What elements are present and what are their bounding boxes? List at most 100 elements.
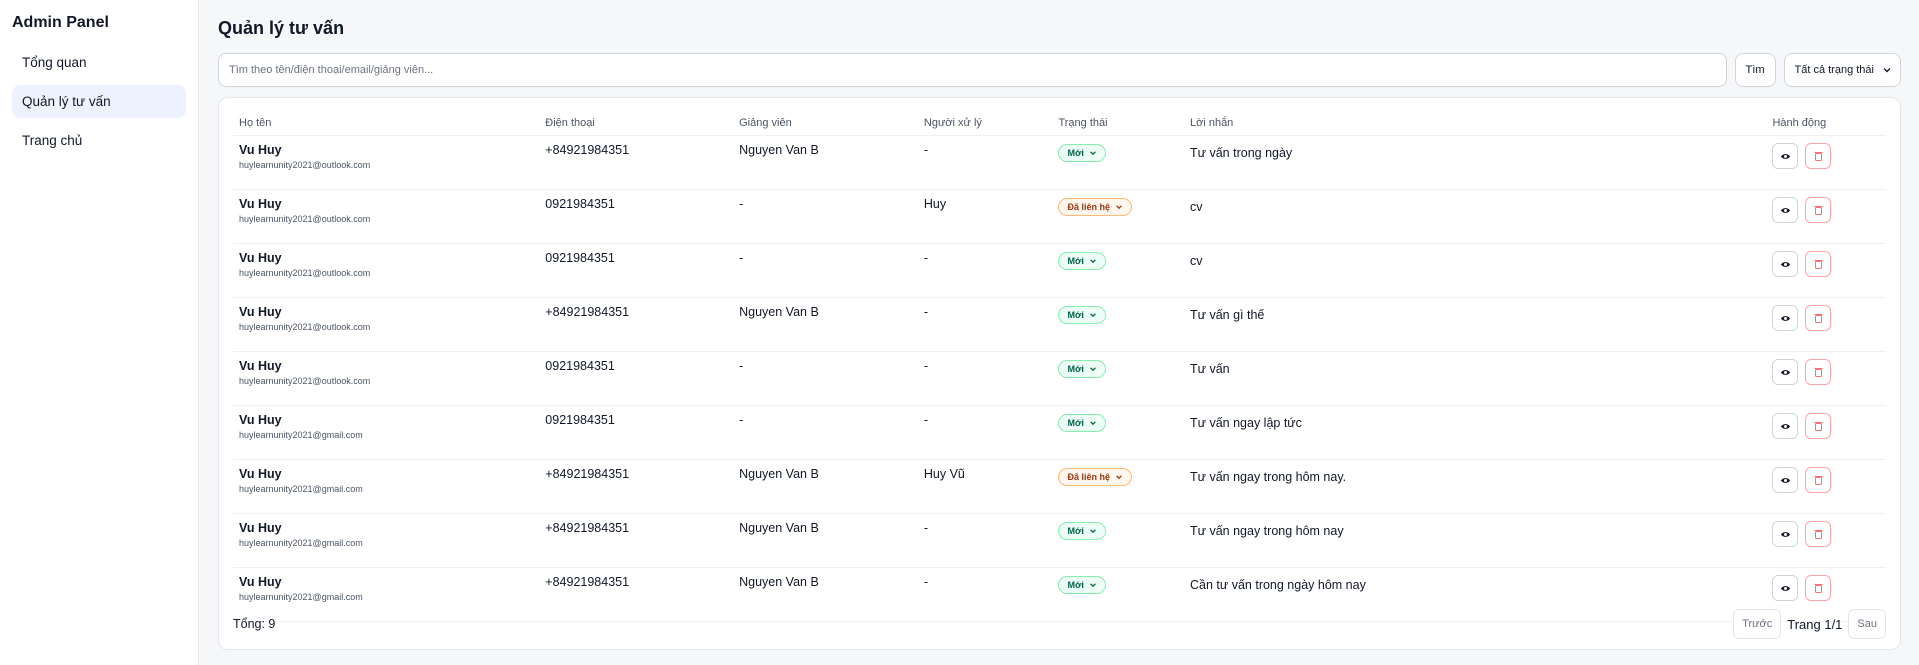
status-badge[interactable]: Mới — [1058, 252, 1106, 270]
cell-lecturer: - — [733, 189, 918, 244]
row-name: Vu Huy — [239, 197, 282, 211]
table-row: Vu Huy huylearnunity2021@outlook.com 092… — [233, 243, 1886, 298]
eye-icon — [1780, 477, 1791, 483]
view-button[interactable] — [1772, 575, 1799, 601]
cell-status: Mới — [1052, 135, 1184, 190]
cell-name: Vu Huy huylearnunity2021@outlook.com — [233, 189, 540, 244]
view-button[interactable] — [1772, 305, 1799, 331]
cell-status: Mới — [1052, 243, 1184, 298]
row-name: Vu Huy — [239, 359, 282, 373]
trash-icon — [1814, 476, 1823, 485]
cell-handler: Huy Vũ — [917, 459, 1053, 514]
view-button[interactable] — [1772, 143, 1799, 169]
cell-handler: - — [917, 351, 1053, 406]
delete-button[interactable] — [1805, 575, 1832, 601]
chevron-down-icon — [1090, 313, 1096, 318]
row-actions — [1772, 143, 1880, 169]
cell-lecturer: - — [733, 351, 918, 406]
view-button[interactable] — [1772, 413, 1799, 439]
eye-icon — [1780, 423, 1791, 429]
row-email: huylearnunity2021@gmail.com — [239, 592, 363, 602]
prev-page-button[interactable]: Trước — [1733, 609, 1782, 639]
sidebar-item-overview[interactable]: Tổng quan — [12, 46, 186, 79]
row-email: huylearnunity2021@outlook.com — [239, 160, 371, 170]
delete-button[interactable] — [1805, 413, 1832, 439]
status-badge[interactable]: Mới — [1058, 306, 1106, 324]
cell-phone: 0921984351 — [539, 243, 734, 298]
view-button[interactable] — [1772, 467, 1799, 493]
delete-button[interactable] — [1805, 359, 1832, 385]
row-actions — [1772, 521, 1880, 547]
table-row: Vu Huy huylearnunity2021@outlook.com +84… — [233, 135, 1886, 190]
status-badge[interactable]: Đã liên hệ — [1058, 468, 1132, 486]
delete-button[interactable] — [1805, 197, 1832, 223]
status-badge[interactable]: Mới — [1058, 576, 1106, 594]
cell-status: Mới — [1052, 513, 1184, 568]
cell-message: Tư vấn ngay trong hôm nay. — [1184, 459, 1767, 514]
trash-icon — [1814, 422, 1823, 431]
status-badge[interactable]: Mới — [1058, 414, 1106, 432]
delete-button[interactable] — [1805, 521, 1832, 547]
table-row: Vu Huy huylearnunity2021@gmail.com 09219… — [233, 405, 1886, 460]
search-input[interactable] — [218, 53, 1727, 87]
status-badge[interactable]: Mới — [1058, 522, 1106, 540]
table-row: Vu Huy huylearnunity2021@outlook.com 092… — [233, 351, 1886, 406]
cell-status: Mới — [1052, 405, 1184, 460]
cell-status: Mới — [1052, 297, 1184, 352]
status-label: Mới — [1067, 310, 1084, 320]
view-button[interactable] — [1772, 359, 1799, 385]
cell-handler: - — [917, 513, 1053, 568]
eye-icon — [1780, 261, 1791, 267]
cell-actions — [1766, 297, 1886, 352]
status-badge[interactable]: Mới — [1058, 144, 1106, 162]
row-name: Vu Huy — [239, 575, 282, 589]
table-footer: Tổng: 9 Trước Trang 1/1 Sau — [233, 609, 1886, 639]
cell-phone: +84921984351 — [539, 513, 734, 568]
status-badge[interactable]: Mới — [1058, 360, 1106, 378]
table-row: Vu Huy huylearnunity2021@outlook.com 092… — [233, 189, 1886, 244]
chevron-down-icon — [1883, 68, 1891, 73]
chevron-down-icon — [1090, 367, 1096, 372]
column-header-handler: Người xử lý — [917, 108, 1053, 136]
row-email: huylearnunity2021@outlook.com — [239, 376, 371, 386]
cell-lecturer: Nguyen Van B — [733, 297, 918, 352]
pagination: Trước Trang 1/1 Sau — [1733, 609, 1886, 639]
search-button[interactable]: Tìm — [1734, 53, 1776, 87]
cell-handler: Huy — [917, 189, 1053, 244]
row-actions — [1772, 467, 1880, 493]
cell-handler: - — [917, 297, 1053, 352]
status-badge[interactable]: Đã liên hệ — [1058, 198, 1132, 216]
row-name: Vu Huy — [239, 467, 282, 481]
cell-lecturer: - — [733, 243, 918, 298]
cell-handler: - — [917, 135, 1053, 190]
row-name: Vu Huy — [239, 413, 282, 427]
cell-name: Vu Huy huylearnunity2021@outlook.com — [233, 297, 540, 352]
cell-actions — [1766, 459, 1886, 514]
row-email: huylearnunity2021@outlook.com — [239, 214, 371, 224]
cell-handler: - — [917, 243, 1053, 298]
trash-icon — [1814, 206, 1823, 215]
view-button[interactable] — [1772, 521, 1799, 547]
delete-button[interactable] — [1805, 143, 1832, 169]
column-header-lecturer: Giảng viên — [733, 108, 918, 136]
delete-button[interactable] — [1805, 467, 1832, 493]
column-header-actions: Hành động — [1766, 108, 1886, 136]
cell-phone: 0921984351 — [539, 405, 734, 460]
cell-phone: 0921984351 — [539, 351, 734, 406]
delete-button[interactable] — [1805, 305, 1832, 331]
sidebar-item-home[interactable]: Trang chủ — [12, 124, 186, 157]
toolbar: Tìm Tất cả trạng thái — [218, 53, 1901, 87]
status-label: Mới — [1067, 418, 1084, 428]
cell-actions — [1766, 243, 1886, 298]
sidebar-item-consultations[interactable]: Quản lý tư vấn — [12, 85, 186, 118]
table-row: Vu Huy huylearnunity2021@gmail.com +8492… — [233, 513, 1886, 568]
view-button[interactable] — [1772, 251, 1799, 277]
cell-status: Đã liên hệ — [1052, 459, 1184, 514]
view-button[interactable] — [1772, 197, 1799, 223]
row-email: huylearnunity2021@gmail.com — [239, 484, 363, 494]
cell-name: Vu Huy huylearnunity2021@outlook.com — [233, 135, 540, 190]
delete-button[interactable] — [1805, 251, 1832, 277]
status-filter-select[interactable]: Tất cả trạng thái — [1783, 53, 1901, 87]
row-name: Vu Huy — [239, 143, 282, 157]
next-page-button[interactable]: Sau — [1848, 609, 1886, 639]
